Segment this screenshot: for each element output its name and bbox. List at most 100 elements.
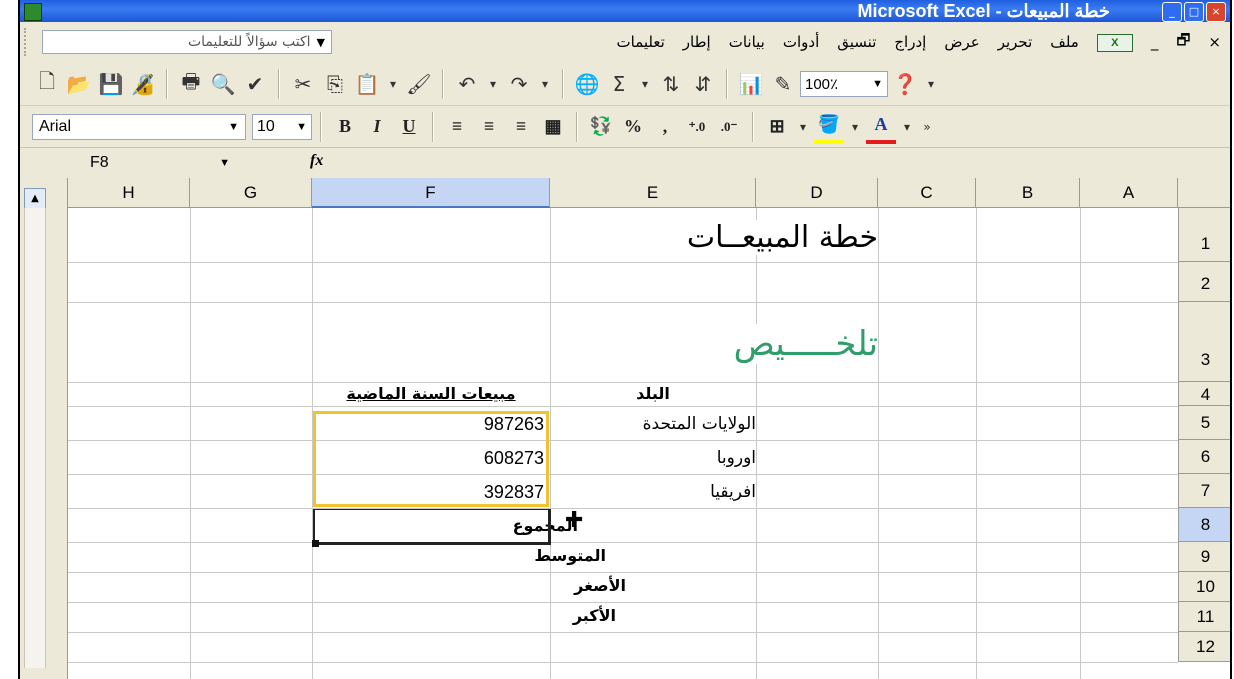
bold-button[interactable]: B (330, 112, 360, 142)
chevron-down-icon[interactable]: ▼ (228, 121, 239, 133)
header-sales[interactable]: مبيعات السنة الماضية (312, 384, 550, 403)
menu-file[interactable]: ملف (1041, 33, 1088, 51)
borders-dropdown-icon[interactable]: ▾ (794, 111, 812, 143)
close-button[interactable]: × (1206, 2, 1226, 22)
menu-insert[interactable]: إدراج (885, 33, 935, 51)
font-size-select[interactable]: 10 ▼ (252, 113, 312, 140)
zoom-select[interactable]: 100٪ ▼ (800, 70, 888, 97)
chevron-down-icon[interactable]: ▼ (296, 121, 307, 133)
permission-icon[interactable]: 🔏 (128, 68, 158, 100)
row-header-12[interactable]: 12 (1178, 632, 1230, 662)
row-header-3[interactable]: 3 (1178, 302, 1230, 382)
document-icon[interactable]: X (1088, 32, 1142, 52)
column-header-b[interactable]: B (976, 178, 1080, 208)
vertical-scrollbar[interactable]: ▲ (20, 178, 68, 679)
excel-app-icon[interactable] (24, 3, 42, 21)
chevron-down-icon[interactable]: ▼ (317, 36, 325, 49)
stat-label-min[interactable]: الأصغر (550, 576, 756, 595)
column-header-e[interactable]: E (550, 178, 756, 208)
format-painter-icon[interactable]: 🖌 (404, 68, 434, 100)
increase-decimal-icon[interactable]: ⁺.0 (682, 112, 712, 142)
redo-dropdown-icon[interactable]: ▾ (536, 68, 554, 100)
minimize-button[interactable]: _ (1162, 2, 1182, 22)
sheet-title[interactable]: خطة المبيعــات (620, 220, 878, 255)
column-header-g[interactable]: G (190, 178, 312, 208)
undo-icon[interactable]: ↶ (452, 68, 482, 100)
menu-data[interactable]: بيانات (720, 33, 774, 51)
column-header-a[interactable]: A (1080, 178, 1178, 208)
menu-view[interactable]: عرض (935, 33, 988, 51)
chevron-down-icon[interactable]: ▼ (219, 157, 230, 169)
print-icon[interactable]: 🖶 (176, 68, 206, 100)
header-country[interactable]: البلد (550, 384, 756, 403)
row-header-8[interactable]: 8 (1178, 508, 1230, 542)
autosum-icon[interactable]: Σ (604, 68, 634, 100)
autosum-dropdown-icon[interactable]: ▾ (636, 68, 654, 100)
scroll-track[interactable] (24, 208, 46, 668)
font-color-dropdown-icon[interactable]: ▾ (898, 111, 916, 143)
fill-handle[interactable] (312, 540, 319, 547)
doc-close-icon[interactable]: × (1199, 33, 1230, 51)
ask-question-box[interactable]: ▼ اكتب سؤالاً للتعليمات (42, 30, 332, 54)
select-all-corner[interactable] (1178, 178, 1230, 208)
paste-dropdown-icon[interactable]: ▾ (384, 68, 402, 100)
open-folder-icon[interactable]: 📂 (64, 68, 94, 100)
fill-color-dropdown-icon[interactable]: ▾ (846, 111, 864, 143)
doc-restore-icon[interactable]: 🗗 (1167, 30, 1199, 55)
chevron-down-icon[interactable]: ▼ (872, 78, 883, 90)
menu-help[interactable]: تعليمات (608, 33, 674, 51)
row-header-6[interactable]: 6 (1178, 440, 1230, 474)
copy-icon[interactable]: ⎘ (320, 68, 350, 100)
sort-descending-icon[interactable]: ⇵ (688, 68, 718, 100)
column-header-d[interactable]: D (756, 178, 878, 208)
column-header-h[interactable]: H (68, 178, 190, 208)
toolbar-options-icon[interactable]: ▾ (922, 68, 940, 100)
menu-edit[interactable]: تحرير (989, 33, 1042, 51)
align-center-icon[interactable]: ≡ (474, 112, 504, 142)
menu-window[interactable]: إطار (674, 33, 720, 51)
chart-wizard-icon[interactable]: 📊 (736, 68, 766, 100)
stat-label-max[interactable]: الأكبر (550, 606, 756, 625)
decrease-decimal-icon[interactable]: .0⁻ (714, 112, 744, 142)
align-left-icon[interactable]: ≡ (442, 112, 472, 142)
merge-center-icon[interactable]: ▦ (538, 112, 568, 142)
row-header-11[interactable]: 11 (1178, 602, 1230, 632)
maximize-button[interactable]: □ (1184, 2, 1204, 22)
selected-range[interactable] (313, 411, 549, 507)
save-icon[interactable]: 💾 (96, 68, 126, 100)
row-header-4[interactable]: 4 (1178, 382, 1230, 406)
new-document-icon[interactable]: 🗋 (32, 68, 62, 100)
row-header-5[interactable]: 5 (1178, 406, 1230, 440)
comma-button[interactable]: , (650, 112, 680, 142)
paste-icon[interactable]: 📋 (352, 68, 382, 100)
spelling-icon[interactable]: ✔ (240, 68, 270, 100)
row-header-2[interactable]: 2 (1178, 262, 1230, 302)
redo-icon[interactable]: ↷ (504, 68, 534, 100)
country-cell[interactable]: اوروبا (550, 448, 756, 468)
toolbar-grip[interactable] (24, 28, 30, 56)
help-icon[interactable]: ❓ (890, 68, 920, 100)
row-header-1[interactable]: 1 (1178, 208, 1230, 262)
percent-button[interactable]: % (618, 112, 648, 142)
country-cell[interactable]: الولايات المتحدة (550, 414, 756, 434)
column-header-f[interactable]: F (312, 178, 550, 208)
doc-minimize-icon[interactable]: _ (1142, 33, 1168, 51)
function-icon[interactable]: fx (310, 152, 323, 170)
row-header-7[interactable]: 7 (1178, 474, 1230, 508)
italic-button[interactable]: I (362, 112, 392, 142)
row-header-9[interactable]: 9 (1178, 542, 1230, 572)
borders-icon[interactable]: ⊞ (762, 112, 792, 142)
row-header-10[interactable]: 10 (1178, 572, 1230, 602)
toolbar-options-icon[interactable]: » (918, 111, 936, 143)
worksheet-grid[interactable]: ▲ H G F E D C B A 1 2 3 4 5 6 7 8 9 10 1… (20, 178, 1230, 679)
drawing-icon[interactable]: ✎ (768, 68, 798, 100)
menu-format[interactable]: تنسيق (828, 33, 885, 51)
align-right-icon[interactable]: ≡ (506, 112, 536, 142)
cut-icon[interactable]: ✂ (288, 68, 318, 100)
menu-tools[interactable]: أدوات (774, 33, 828, 51)
scroll-up-icon[interactable]: ▲ (24, 188, 46, 210)
currency-icon[interactable]: 💱 (586, 112, 616, 142)
underline-button[interactable]: U (394, 112, 424, 142)
font-select[interactable]: Arial ▼ (32, 113, 246, 140)
fill-color-icon[interactable]: 🪣 (814, 110, 844, 144)
